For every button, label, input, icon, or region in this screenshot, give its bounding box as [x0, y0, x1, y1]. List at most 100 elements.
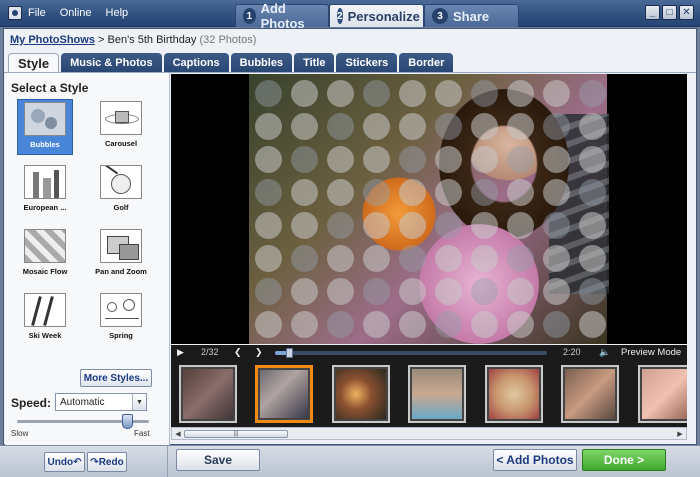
bubbles-thumbnail-icon [24, 102, 66, 136]
step-personalize[interactable]: 2 Personalize [329, 4, 424, 27]
bubble-shape [327, 212, 354, 239]
bubble-shape [291, 311, 318, 338]
bottom-bar: Undo ↶ ↷ Redo Save < Add Photos Done > [0, 445, 700, 477]
breadcrumb-my-photoshows-link[interactable]: My PhotoShows [10, 34, 95, 46]
bubble-shape [543, 212, 570, 239]
tab-bubbles[interactable]: Bubbles [230, 53, 293, 73]
filmstrip-photo[interactable] [561, 365, 619, 423]
undo-icon: ↶ [73, 456, 82, 468]
bubble-shape [579, 245, 606, 272]
scrollbar-thumb[interactable]: ||| [184, 430, 288, 438]
bubble-shape [363, 212, 390, 239]
filmstrip-photo[interactable] [408, 365, 466, 423]
style-label: Spring [109, 331, 133, 340]
wizard-steps: 1 Add Photos 2 Personalize 3 Share [235, 1, 519, 31]
style-ski-week[interactable]: Ski Week [17, 291, 73, 347]
filmstrip-scrollbar[interactable]: ◀ ||| ▶ [171, 427, 687, 440]
bubble-shape [291, 245, 318, 272]
progress-bar[interactable] [275, 351, 547, 355]
style-label: Mosaic Flow [22, 267, 68, 276]
bubble-shape [579, 80, 606, 107]
bubble-shape [579, 311, 606, 338]
bottom-divider [167, 446, 168, 477]
tab-captions[interactable]: Captions [163, 53, 229, 73]
preview-mode-button[interactable]: Preview Mode [621, 347, 681, 358]
filmstrip-photo[interactable] [638, 365, 687, 423]
bubble-shape [327, 80, 354, 107]
breadcrumb: My PhotoShows > Ben's 5th Birthday (32 P… [10, 34, 256, 46]
undo-label: Undo [47, 456, 74, 468]
bubble-shape [327, 179, 354, 206]
style-golf[interactable]: Golf [93, 163, 149, 219]
bubble-shape [363, 278, 390, 305]
style-european[interactable]: European ... [17, 163, 73, 219]
tab-style[interactable]: Style [8, 53, 60, 73]
redo-icon: ↷ [90, 456, 99, 468]
app-icon [8, 6, 22, 20]
minimize-button[interactable]: _ [645, 5, 660, 20]
redo-button[interactable]: ↷ Redo [87, 452, 127, 472]
filmstrip-photo[interactable] [485, 365, 543, 423]
tab-border[interactable]: Border [399, 53, 454, 73]
bubble-shape [255, 179, 282, 206]
bubble-shape [291, 278, 318, 305]
breadcrumb-separator: > [94, 34, 108, 46]
add-photos-button[interactable]: < Add Photos [493, 449, 577, 471]
bubble-shape [435, 146, 462, 173]
menu-help[interactable]: Help [106, 7, 129, 19]
filmstrip-photo-selected[interactable] [255, 365, 313, 423]
bubble-shape [255, 311, 282, 338]
step-number: 1 [243, 8, 256, 24]
maximize-button[interactable]: □ [662, 5, 677, 20]
select-style-heading: Select a Style [11, 81, 89, 95]
more-styles-button[interactable]: More Styles... [80, 369, 152, 387]
step-number: 3 [432, 8, 448, 24]
style-spring[interactable]: Spring [93, 291, 149, 347]
speed-value: Automatic [60, 396, 105, 408]
style-carousel[interactable]: Carousel [93, 99, 149, 155]
bubble-shape [327, 245, 354, 272]
bubble-shape [291, 80, 318, 107]
undo-button[interactable]: Undo ↶ [44, 452, 85, 472]
menu-file[interactable]: File [28, 7, 46, 19]
slide-counter: 2/32 [201, 347, 219, 357]
filmstrip-photo[interactable] [179, 365, 237, 423]
total-time: 2:20 [563, 347, 581, 357]
play-icon[interactable]: ▶ [177, 347, 184, 358]
bubble-shape [255, 80, 282, 107]
bubble-shape [435, 311, 462, 338]
slideshow-preview[interactable] [171, 74, 687, 344]
done-button[interactable]: Done > [582, 449, 666, 471]
breadcrumb-title: Ben's 5th Birthday [107, 34, 197, 46]
tab-stickers[interactable]: Stickers [336, 53, 398, 73]
prev-icon[interactable]: ❮ [234, 347, 242, 358]
speed-slider-thumb[interactable] [121, 414, 133, 429]
bubble-shape [507, 245, 534, 272]
scroll-left-icon[interactable]: ◀ [173, 429, 183, 439]
scroll-right-icon[interactable]: ▶ [675, 429, 685, 439]
dropdown-arrow-icon[interactable]: ▼ [132, 394, 146, 410]
save-button[interactable]: Save [176, 449, 260, 471]
step-share[interactable]: 3 Share [424, 4, 519, 27]
volume-icon[interactable]: 🔈 [599, 347, 610, 358]
next-icon[interactable]: ❯ [255, 347, 263, 358]
bubble-shape [507, 146, 534, 173]
bubble-shape [327, 113, 354, 140]
speed-select[interactable]: Automatic ▼ [55, 393, 147, 411]
tab-title[interactable]: Title [294, 53, 335, 73]
style-bubbles[interactable]: Bubbles [17, 99, 73, 155]
bubble-shape [255, 278, 282, 305]
step-add-photos[interactable]: 1 Add Photos [235, 1, 329, 31]
window-controls: _ □ ✕ [645, 5, 694, 20]
bubble-shape [363, 80, 390, 107]
bubble-shape [399, 146, 426, 173]
tab-music-photos[interactable]: Music & Photos [61, 53, 162, 73]
menu-online[interactable]: Online [60, 7, 92, 19]
style-mosaic-flow[interactable]: Mosaic Flow [17, 227, 73, 283]
progress-knob[interactable] [285, 348, 293, 358]
bubble-shape [507, 212, 534, 239]
bubble-shape [471, 278, 498, 305]
style-pan-and-zoom[interactable]: Pan and Zoom [93, 227, 149, 283]
close-button[interactable]: ✕ [679, 5, 694, 20]
filmstrip-photo[interactable] [332, 365, 390, 423]
